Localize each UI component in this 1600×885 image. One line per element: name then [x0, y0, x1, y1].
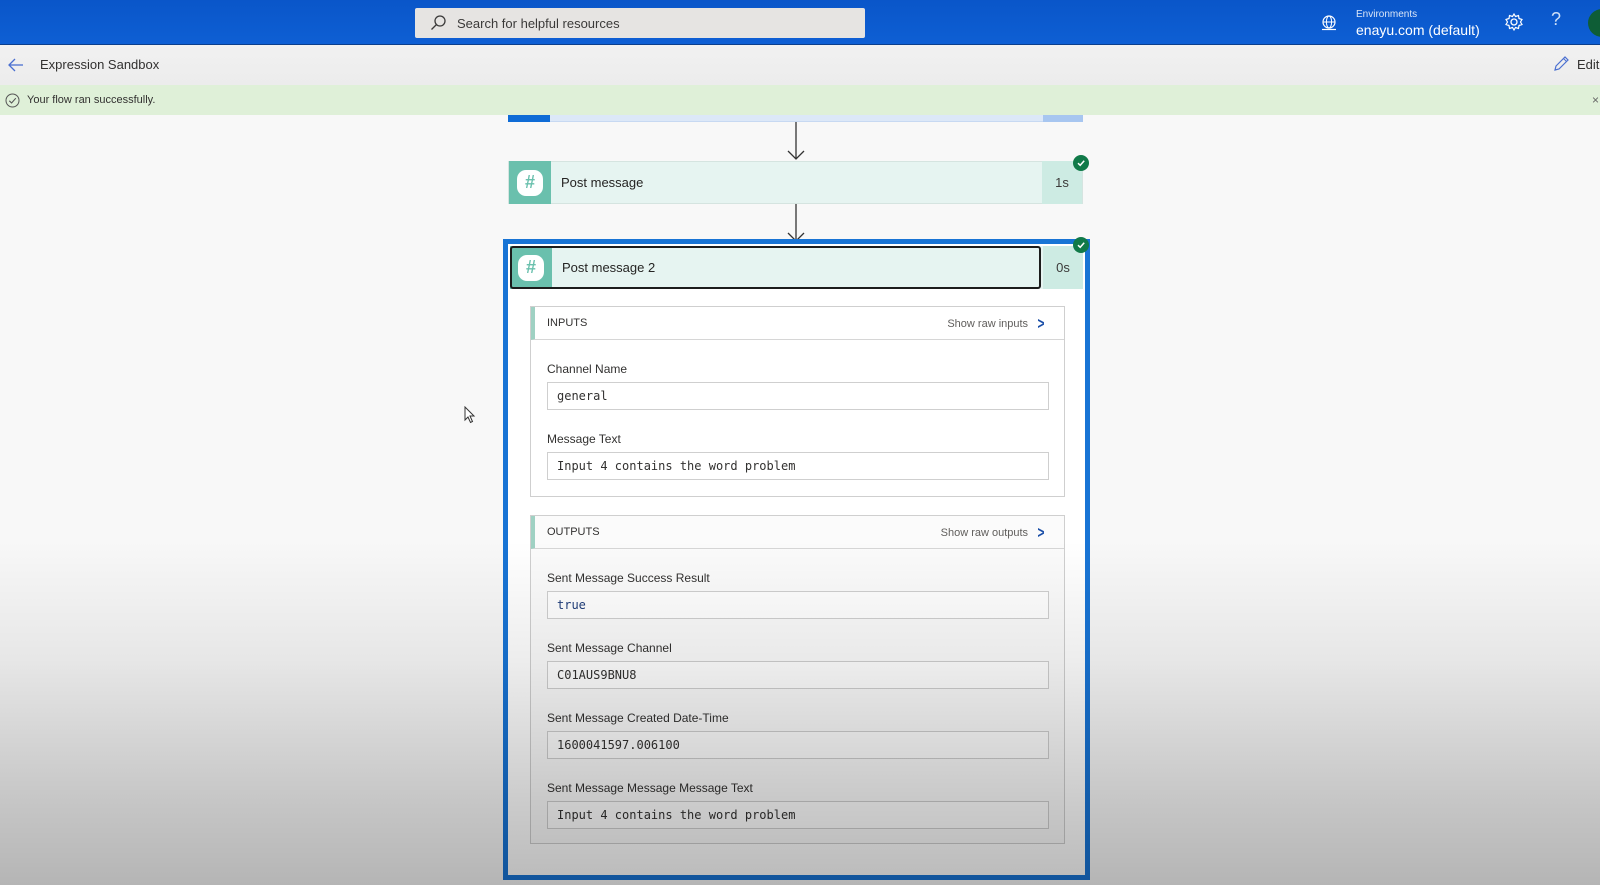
- inputs-title: INPUTS: [547, 317, 588, 329]
- banner-message: Your flow ran successfully.: [27, 94, 156, 106]
- chevron-right-icon: >: [1037, 313, 1045, 333]
- environment-label: Environments: [1356, 8, 1418, 20]
- settings-gear-icon[interactable]: [1504, 12, 1524, 32]
- input-field-channel-name: Channel Name general: [531, 362, 1064, 410]
- field-label: Sent Message Created Date-Time: [547, 711, 729, 725]
- output-field-success-result: Sent Message Success Result true: [531, 571, 1064, 619]
- back-arrow-icon[interactable]: [8, 57, 24, 73]
- success-check-circle-icon: [5, 93, 20, 107]
- field-value: true: [547, 591, 1049, 619]
- command-bar: Expression Sandbox Edit: [0, 45, 1600, 85]
- search-icon: [431, 15, 446, 30]
- search-box[interactable]: Search for helpful resources: [415, 8, 865, 38]
- edit-button[interactable]: Edit: [1553, 56, 1599, 72]
- outputs-section: OUTPUTS Show raw outputs > Sent Message …: [530, 515, 1065, 844]
- banner-close-button[interactable]: ×: [1592, 93, 1599, 107]
- step-header[interactable]: # Post message 2 0s: [510, 246, 1083, 289]
- previous-step-duration-strip: [1043, 115, 1083, 122]
- environment-picker[interactable]: Environments enayu.com (default): [1320, 4, 1480, 42]
- step-card-post-message[interactable]: # Post message 1s: [508, 161, 1083, 204]
- flow-title: Expression Sandbox: [40, 57, 160, 72]
- step-name: Post message: [561, 175, 644, 190]
- step-name: Post message 2: [562, 260, 656, 275]
- chevron-right-icon: >: [1037, 522, 1045, 542]
- output-field-channel: Sent Message Channel C01AUS9BNU8: [531, 641, 1064, 689]
- show-raw-inputs-link[interactable]: Show raw inputs >: [947, 307, 1046, 340]
- search-placeholder: Search for helpful resources: [457, 15, 620, 31]
- field-label: Sent Message Channel: [547, 641, 672, 655]
- show-raw-outputs-link[interactable]: Show raw outputs >: [941, 516, 1046, 549]
- outputs-header: OUTPUTS Show raw outputs >: [531, 516, 1064, 549]
- connector-arrow: [787, 122, 805, 160]
- connector-arrow: [787, 204, 805, 242]
- success-badge-icon: [1073, 237, 1089, 253]
- output-field-message-text: Sent Message Message Message Text Input …: [531, 781, 1064, 829]
- show-raw-inputs-label: Show raw inputs: [947, 317, 1029, 330]
- field-label: Sent Message Success Result: [547, 571, 710, 585]
- environment-globe-icon: [1322, 15, 1336, 31]
- field-value: 1600041597.006100: [547, 731, 1049, 759]
- environment-value: enayu.com (default): [1356, 21, 1480, 38]
- step-duration: 0s: [1043, 246, 1083, 289]
- user-avatar[interactable]: [1588, 9, 1600, 37]
- inputs-section: INPUTS Show raw inputs > Channel Name ge…: [530, 306, 1065, 497]
- field-value: C01AUS9BNU8: [547, 661, 1049, 689]
- previous-step-card[interactable]: [508, 115, 1083, 122]
- step-card-post-message-2-expanded[interactable]: # Post message 2 0s INPUTS Show raw inpu…: [503, 239, 1090, 880]
- edit-label: Edit: [1577, 56, 1600, 72]
- input-field-message-text: Message Text Input 4 contains the word p…: [531, 432, 1064, 480]
- success-banner: Your flow ran successfully. ×: [0, 85, 1600, 115]
- field-value: Input 4 contains the word problem: [547, 452, 1049, 480]
- previous-step-icon-strip: [508, 115, 550, 122]
- show-raw-outputs-label: Show raw outputs: [940, 526, 1029, 539]
- field-value: general: [547, 382, 1049, 410]
- output-field-created-date-time: Sent Message Created Date-Time 160004159…: [531, 711, 1064, 759]
- pencil-icon: [1554, 56, 1569, 71]
- field-value: Input 4 contains the word problem: [547, 801, 1049, 829]
- help-button[interactable]: ?: [1551, 9, 1561, 30]
- field-label: Channel Name: [547, 362, 628, 376]
- outputs-title: OUTPUTS: [547, 526, 600, 538]
- inputs-header: INPUTS Show raw inputs >: [531, 307, 1064, 340]
- slack-icon: #: [509, 161, 551, 204]
- success-badge-icon: [1073, 155, 1089, 171]
- field-label: Message Text: [547, 432, 621, 446]
- field-label: Sent Message Message Message Text: [547, 781, 753, 795]
- slack-icon: #: [510, 246, 552, 289]
- top-header-bar: Search for helpful resources Environment…: [0, 0, 1600, 45]
- mouse-cursor-icon: [464, 406, 476, 424]
